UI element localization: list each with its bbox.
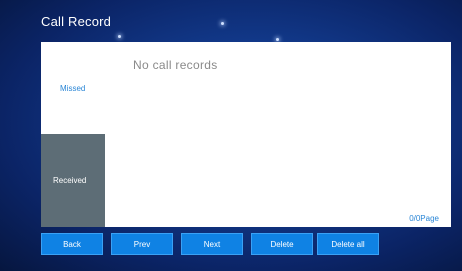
back-button[interactable]: Back — [41, 233, 103, 255]
delete-button[interactable]: Delete — [251, 233, 313, 255]
sparkle-icon — [118, 35, 121, 38]
prev-button[interactable]: Prev — [111, 233, 173, 255]
next-button[interactable]: Next — [181, 233, 243, 255]
tab-label: Missed — [60, 84, 86, 93]
empty-state-message: No call records — [133, 58, 218, 72]
tab-label: Received — [53, 176, 87, 185]
page-title: Call Record — [41, 14, 112, 29]
page-indicator: 0/0Page — [409, 214, 439, 223]
sparkle-icon — [221, 22, 224, 25]
tab-received[interactable]: Received — [41, 134, 105, 227]
call-record-panel: No call records Missed Received 0/0Page — [41, 42, 451, 227]
delete-all-button[interactable]: Delete all — [317, 233, 379, 255]
tab-missed[interactable]: Missed — [41, 42, 105, 134]
sparkle-icon — [276, 38, 279, 41]
